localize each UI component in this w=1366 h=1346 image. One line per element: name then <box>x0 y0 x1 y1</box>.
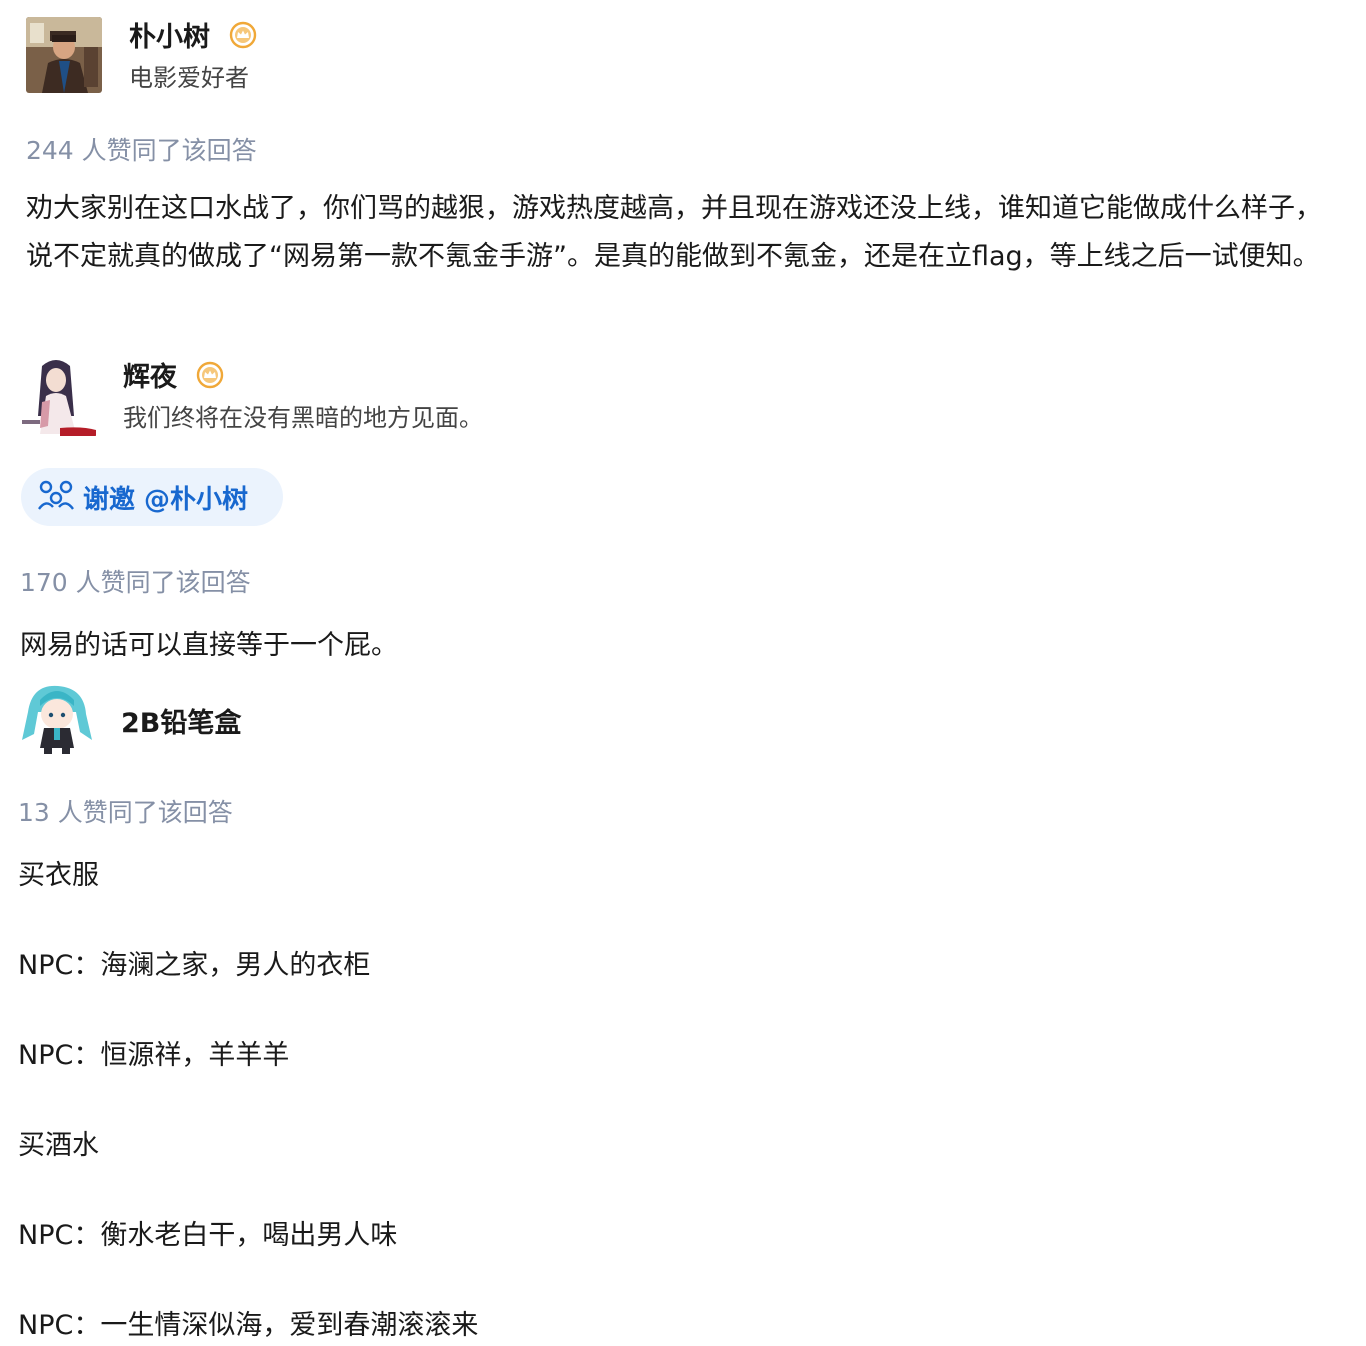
author-avatar-3[interactable] <box>18 682 96 756</box>
answer-line: NPC：一生情深似海，爱到春潮滚滚来 <box>18 1310 479 1341</box>
invite-label: 谢邀 @朴小树 <box>83 484 249 515</box>
verified-badge-icon <box>229 21 257 56</box>
author-avatar-1[interactable] <box>26 17 102 93</box>
invite-people-icon <box>37 479 75 515</box>
author-avatar-2[interactable] <box>20 356 98 436</box>
author-bio: 电影爱好者 <box>129 64 249 92</box>
avatar-image <box>20 356 98 436</box>
answer-paragraph: 劝大家别在这口水战了，你们骂的越狠，游戏热度越高，并且现在游戏还没上线，谁知道它… <box>26 193 1322 272</box>
answer-line: NPC：海澜之家，男人的衣柜 <box>18 950 371 981</box>
answer-line: NPC：恒源祥，羊羊羊 <box>18 1040 290 1071</box>
author-bio: 我们终将在没有黑暗的地方见面。 <box>123 404 483 432</box>
answer-paragraph: 网易的话可以直接等于一个屁。 <box>20 630 398 661</box>
avatar-image <box>26 17 102 93</box>
avatar-image <box>18 682 96 756</box>
invite-tag[interactable]: 谢邀 @朴小树 <box>21 468 283 526</box>
author-name[interactable]: 2B铅笔盒 <box>121 701 241 740</box>
author-name[interactable]: 朴小树 <box>129 22 210 53</box>
answer-line: 买酒水 <box>18 1130 99 1161</box>
answer-line: NPC：衡水老白干，喝出男人味 <box>18 1220 398 1251</box>
author-name[interactable]: 辉夜 <box>123 362 177 393</box>
vote-count[interactable]: 13 人赞同了该回答 <box>18 793 233 829</box>
vote-count[interactable]: 244 人赞同了该回答 <box>26 131 257 167</box>
answer-line: 买衣服 <box>18 860 99 891</box>
verified-badge-icon <box>196 361 224 396</box>
vote-count[interactable]: 170 人赞同了该回答 <box>20 563 251 599</box>
